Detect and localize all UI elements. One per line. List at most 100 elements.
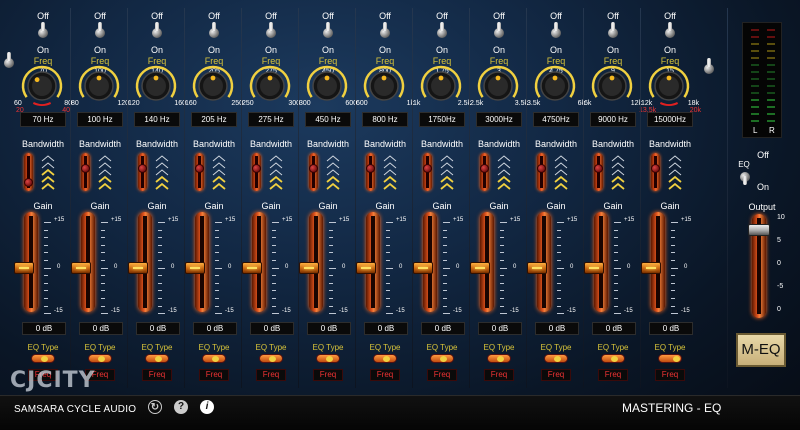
gain-display[interactable]: 0 dB (649, 322, 693, 335)
bandwidth-slider-thumb[interactable] (651, 163, 660, 173)
eq-type-switch[interactable] (373, 354, 397, 363)
gain-display[interactable]: 0 dB (592, 322, 636, 335)
frequency-display[interactable]: 9000 Hz (590, 112, 636, 127)
gain-scale-tick (101, 290, 105, 292)
frequency-knob[interactable] (305, 62, 349, 106)
eq-type-switch[interactable] (544, 354, 568, 363)
gain-slider-thumb[interactable] (299, 262, 319, 274)
freq-mode-button[interactable]: Freq (370, 369, 400, 381)
m-eq-button[interactable]: M-EQ (736, 333, 786, 367)
gain-slider-thumb[interactable] (584, 262, 604, 274)
band-power-toggle[interactable] (437, 22, 447, 42)
gain-slider-thumb[interactable] (470, 262, 490, 274)
band-power-toggle[interactable] (209, 22, 219, 42)
bandwidth-slider-thumb[interactable] (81, 163, 90, 173)
freq-mode-button[interactable]: Freq (313, 369, 343, 381)
frequency-knob[interactable] (20, 62, 64, 106)
freq-mode-button[interactable]: Freq (256, 369, 286, 381)
bandwidth-slider-thumb[interactable] (309, 163, 318, 173)
help-icon[interactable]: ? (174, 400, 188, 414)
band-power-toggle[interactable] (95, 22, 105, 42)
output-slider-thumb[interactable] (748, 224, 770, 236)
gain-display[interactable]: 0 dB (22, 322, 66, 335)
band-power-toggle[interactable] (152, 22, 162, 42)
eq-type-switch[interactable] (31, 354, 55, 363)
freq-mode-button[interactable]: Freq (142, 369, 172, 381)
gain-display[interactable]: 0 dB (421, 322, 465, 335)
bandwidth-slider-thumb[interactable] (138, 163, 147, 173)
bandwidth-slider-thumb[interactable] (366, 163, 375, 173)
band-power-toggle[interactable] (494, 22, 504, 42)
freq-mode-button[interactable]: Freq (427, 369, 457, 381)
band-power-toggle[interactable] (665, 22, 675, 42)
gain-display[interactable]: 0 dB (478, 322, 522, 335)
band-power-toggle[interactable] (266, 22, 276, 42)
freq-mode-button[interactable]: Freq (484, 369, 514, 381)
gain-display[interactable]: 0 dB (136, 322, 180, 335)
bandwidth-slider-thumb[interactable] (423, 163, 432, 173)
band-power-toggle[interactable] (380, 22, 390, 42)
low-extend-toggle[interactable] (4, 52, 14, 72)
frequency-display[interactable]: 450 Hz (305, 112, 351, 127)
frequency-display[interactable]: 1750Hz (419, 112, 465, 127)
freq-mode-button[interactable]: Freq (541, 369, 571, 381)
frequency-display[interactable]: 4750Hz (533, 112, 579, 127)
frequency-knob[interactable] (77, 62, 121, 106)
eq-type-switch[interactable] (259, 354, 283, 363)
band-power-toggle[interactable] (608, 22, 618, 42)
frequency-knob[interactable] (362, 62, 406, 106)
gain-display[interactable]: 0 dB (193, 322, 237, 335)
frequency-display[interactable]: 275 Hz (248, 112, 294, 127)
high-extend-toggle[interactable] (704, 58, 714, 78)
frequency-display[interactable]: 100 Hz (77, 112, 123, 127)
bandwidth-slider-thumb[interactable] (24, 177, 33, 187)
info-icon[interactable]: i (200, 400, 214, 414)
gain-slider-thumb[interactable] (14, 262, 34, 274)
bandwidth-slider-thumb[interactable] (252, 163, 261, 173)
eq-type-switch[interactable] (487, 354, 511, 363)
gain-slider-thumb[interactable] (356, 262, 376, 274)
gain-slider-thumb[interactable] (128, 262, 148, 274)
band-power-toggle[interactable] (551, 22, 561, 42)
freq-mode-button[interactable]: Freq (598, 369, 628, 381)
frequency-knob[interactable] (134, 62, 178, 106)
frequency-display[interactable]: 205 Hz (191, 112, 237, 127)
bandwidth-slider-thumb[interactable] (195, 163, 204, 173)
gain-slider-thumb[interactable] (413, 262, 433, 274)
eq-type-switch[interactable] (601, 354, 625, 363)
gain-slider-thumb[interactable] (242, 262, 262, 274)
freq-mode-button[interactable]: Freq (655, 369, 685, 381)
frequency-display[interactable]: 3000Hz (476, 112, 522, 127)
bandwidth-chevron (155, 155, 169, 162)
band-power-toggle[interactable] (323, 22, 333, 42)
frequency-display[interactable]: 800 Hz (362, 112, 408, 127)
eq-type-switch[interactable] (202, 354, 226, 363)
bandwidth-slider-thumb[interactable] (537, 163, 546, 173)
gain-display[interactable]: 0 dB (307, 322, 351, 335)
eq-type-switch[interactable] (316, 354, 340, 363)
gain-display[interactable]: 0 dB (79, 322, 123, 335)
gain-display[interactable]: 0 dB (250, 322, 294, 335)
bandwidth-slider-thumb[interactable] (480, 163, 489, 173)
frequency-display[interactable]: 140 Hz (134, 112, 180, 127)
eq-type-switch[interactable] (658, 354, 682, 363)
gain-slider-thumb[interactable] (641, 262, 661, 274)
frequency-display[interactable]: 70 Hz (20, 112, 66, 127)
eq-type-switch[interactable] (430, 354, 454, 363)
gain-display[interactable]: 0 dB (364, 322, 408, 335)
frequency-knob[interactable] (248, 62, 292, 106)
frequency-knob[interactable] (590, 62, 634, 106)
gain-display[interactable]: 0 dB (535, 322, 579, 335)
band-power-toggle[interactable] (38, 22, 48, 42)
gain-slider-thumb[interactable] (527, 262, 547, 274)
frequency-knob[interactable] (419, 62, 463, 106)
eq-type-switch[interactable] (145, 354, 169, 363)
bandwidth-slider-thumb[interactable] (594, 163, 603, 173)
gain-slider-thumb[interactable] (71, 262, 91, 274)
freq-mode-button[interactable]: Freq (199, 369, 229, 381)
frequency-knob[interactable] (647, 62, 691, 106)
eq-type-switch[interactable] (88, 354, 112, 363)
frequency-knob[interactable] (191, 62, 235, 106)
gain-slider-thumb[interactable] (185, 262, 205, 274)
sync-icon[interactable]: ↻ (148, 400, 162, 414)
